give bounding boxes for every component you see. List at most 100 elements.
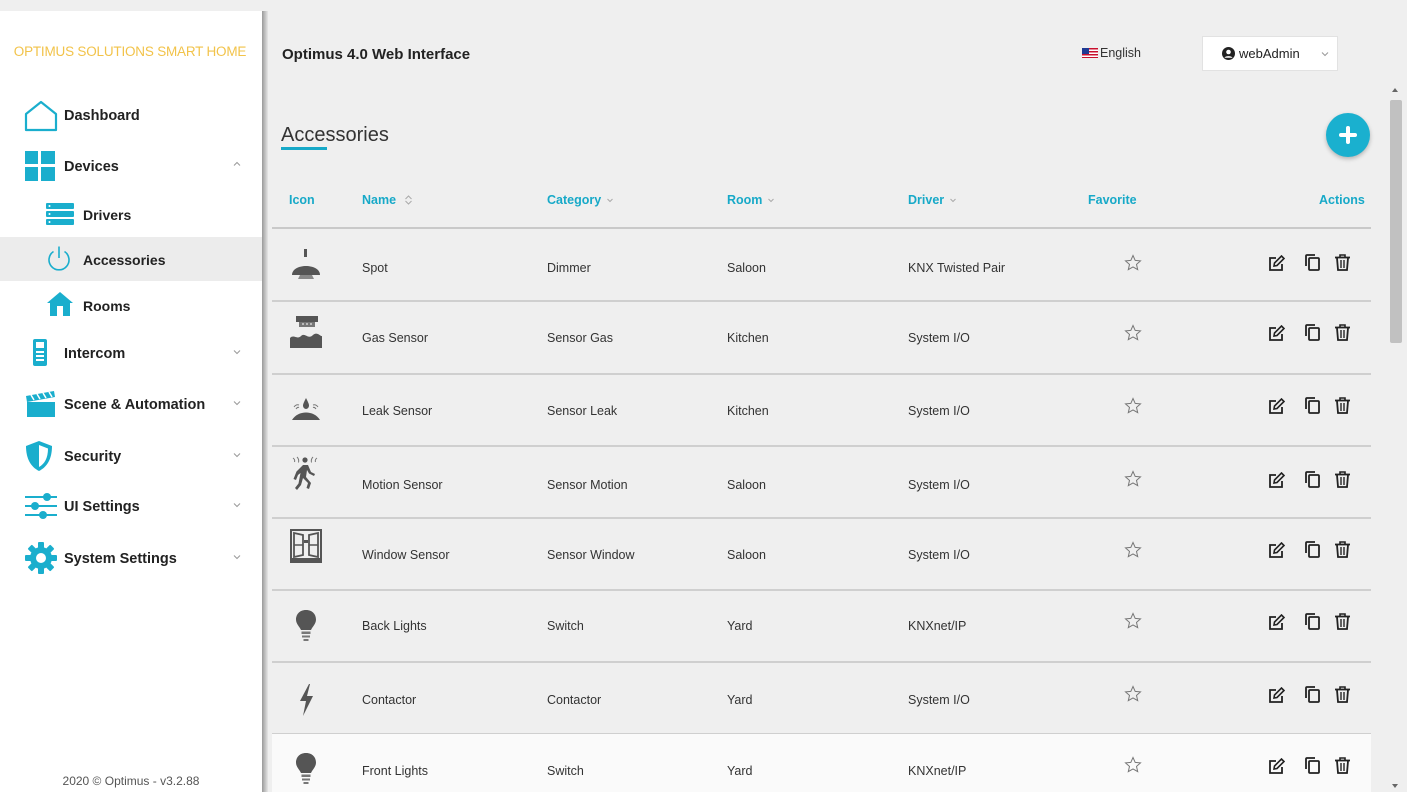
column-header-label: Room [727, 193, 763, 207]
cell-name: Contactor [362, 693, 417, 707]
cell-name: Spot [362, 261, 388, 275]
copy-icon[interactable] [1304, 324, 1321, 341]
edit-icon[interactable] [1268, 542, 1285, 559]
gear-icon [25, 542, 57, 574]
star-outline-icon[interactable] [1124, 685, 1142, 703]
cell-name: Leak Sensor [362, 404, 433, 418]
sidebar-item-drivers[interactable]: Drivers [0, 192, 262, 236]
chevron-down-icon [606, 198, 613, 203]
add-accessory-button[interactable] [1326, 113, 1370, 157]
sidebar-item-label: System Settings [64, 551, 177, 567]
star-outline-icon[interactable] [1124, 324, 1142, 342]
server-rack-icon [46, 203, 74, 225]
star-outline-icon[interactable] [1124, 612, 1142, 630]
language-label: English [1100, 46, 1141, 60]
edit-icon[interactable] [1268, 614, 1285, 631]
column-header-actions: Actions [1319, 193, 1365, 207]
language-selector[interactable]: English [1082, 46, 1141, 60]
sidebar-item-ui-settings[interactable]: UI Settings [0, 484, 262, 528]
sidebar-item-accessories[interactable]: Accessories [0, 237, 262, 281]
sidebar-item-label: Intercom [64, 346, 126, 362]
edit-icon[interactable] [1268, 472, 1285, 489]
scroll-down-arrow[interactable] [1392, 784, 1398, 788]
column-header-room[interactable]: Room [727, 193, 775, 207]
trash-icon[interactable] [1334, 254, 1351, 271]
title-underline [281, 147, 327, 150]
copy-icon[interactable] [1304, 757, 1321, 774]
user-menu[interactable]: webAdmin [1202, 36, 1338, 71]
copy-icon[interactable] [1304, 686, 1321, 703]
chevron-down-icon [233, 555, 241, 560]
table-row[interactable]: Gas Sensor Sensor Gas Kitchen System I/O [272, 302, 1371, 375]
shield-icon [25, 440, 53, 472]
sidebar-item-scene-automation[interactable]: Scene & Automation [0, 382, 262, 426]
clapperboard-icon [25, 391, 57, 417]
star-outline-icon[interactable] [1124, 541, 1142, 559]
table-row[interactable]: Motion Sensor Sensor Motion Saloon Syste… [272, 446, 1371, 519]
sidebar-item-rooms[interactable]: Rooms [0, 283, 262, 327]
trash-icon[interactable] [1334, 397, 1351, 414]
edit-icon[interactable] [1268, 687, 1285, 704]
sidebar-item-label: Accessories [83, 252, 166, 268]
star-outline-icon[interactable] [1124, 756, 1142, 774]
trash-icon[interactable] [1334, 757, 1351, 774]
cell-room: Yard [727, 693, 753, 707]
sidebar-item-devices[interactable]: Devices [0, 144, 262, 188]
sidebar-item-system-settings[interactable]: System Settings [0, 536, 262, 580]
cell-name: Front Lights [362, 764, 429, 778]
edit-icon[interactable] [1268, 398, 1285, 415]
cell-driver: System I/O [908, 404, 970, 418]
chevron-down-icon [1321, 52, 1329, 57]
edit-icon[interactable] [1268, 758, 1285, 775]
sidebar-item-label: Drivers [83, 207, 132, 223]
sidebar-item-intercom[interactable]: Intercom [0, 331, 262, 375]
sliders-icon [25, 491, 57, 521]
copy-icon[interactable] [1304, 254, 1321, 271]
accessories-table: Icon Name Category Room Driver Favorite … [272, 182, 1371, 792]
cell-room: Yard [727, 619, 753, 633]
sidebar-item-dashboard[interactable]: Dashboard [0, 94, 262, 138]
star-outline-icon[interactable] [1124, 397, 1142, 415]
cell-name: Gas Sensor [362, 331, 429, 345]
leak-sensor-icon [292, 398, 320, 420]
cell-room: Saloon [727, 478, 766, 492]
table-row[interactable]: Back Lights Switch Yard KNXnet/IP [272, 590, 1371, 663]
chevron-down-icon [233, 350, 241, 355]
copy-icon[interactable] [1304, 541, 1321, 558]
copy-icon[interactable] [1304, 613, 1321, 630]
star-outline-icon[interactable] [1124, 254, 1142, 272]
cell-driver: System I/O [908, 548, 970, 562]
table-row[interactable]: Spot Dimmer Saloon KNX Twisted Pair [272, 229, 1371, 302]
house-outline-icon [24, 100, 58, 132]
scroll-up-arrow[interactable] [1392, 88, 1398, 92]
trash-icon[interactable] [1334, 471, 1351, 488]
copy-icon[interactable] [1304, 397, 1321, 414]
sidebar-item-security[interactable]: Security [0, 434, 262, 478]
user-name: webAdmin [1239, 46, 1300, 61]
sidebar-item-label: Devices [64, 159, 119, 175]
table-row[interactable]: Front Lights Switch Yard KNXnet/IP [272, 734, 1371, 792]
cell-name: Back Lights [362, 619, 427, 633]
cell-category: Sensor Leak [547, 404, 618, 418]
table-row[interactable]: Contactor Contactor Yard System I/O [272, 662, 1371, 735]
table-row[interactable]: Leak Sensor Sensor Leak Kitchen System I… [272, 374, 1371, 447]
column-header-category[interactable]: Category [547, 193, 614, 207]
star-outline-icon[interactable] [1124, 470, 1142, 488]
scrollbar-thumb[interactable] [1390, 100, 1402, 343]
edit-icon[interactable] [1268, 325, 1285, 342]
column-header-label: Category [547, 193, 602, 207]
column-header-driver[interactable]: Driver [908, 193, 957, 207]
column-header-label: Driver [908, 193, 945, 207]
motion-sensor-icon [292, 456, 318, 490]
column-header-name[interactable]: Name [362, 193, 413, 207]
copy-icon[interactable] [1304, 471, 1321, 488]
edit-icon[interactable] [1268, 255, 1285, 272]
cell-category: Contactor [547, 693, 602, 707]
table-row[interactable]: Window Sensor Sensor Window Saloon Syste… [272, 518, 1371, 591]
trash-icon[interactable] [1334, 686, 1351, 703]
trash-icon[interactable] [1334, 324, 1351, 341]
cell-category: Sensor Gas [547, 331, 614, 345]
sidebar-item-label: Security [64, 449, 122, 465]
trash-icon[interactable] [1334, 541, 1351, 558]
trash-icon[interactable] [1334, 613, 1351, 630]
